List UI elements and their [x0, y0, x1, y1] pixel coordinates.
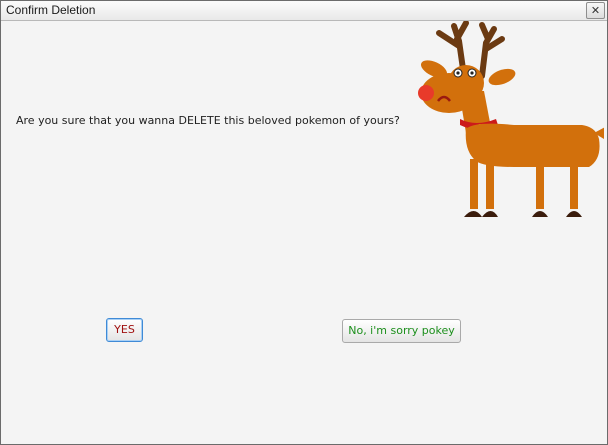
yes-button[interactable]: YES	[106, 318, 143, 342]
no-button-label: No, i'm sorry pokey	[348, 324, 455, 337]
yes-button-label: YES	[114, 323, 135, 336]
dialog-content: Are you sure that you wanna DELETE this …	[6, 21, 604, 439]
no-button[interactable]: No, i'm sorry pokey	[342, 319, 461, 343]
delete-confirmation-question: Are you sure that you wanna DELETE this …	[16, 114, 400, 127]
close-button[interactable]: ✕	[586, 2, 605, 19]
reindeer-illustration	[418, 21, 604, 217]
confirm-dialog-window: Confirm Deletion ✕ Are you sure that you…	[0, 0, 608, 445]
title-bar[interactable]: Confirm Deletion ✕	[1, 1, 607, 21]
window-title: Confirm Deletion	[6, 3, 96, 17]
close-icon: ✕	[590, 4, 601, 17]
